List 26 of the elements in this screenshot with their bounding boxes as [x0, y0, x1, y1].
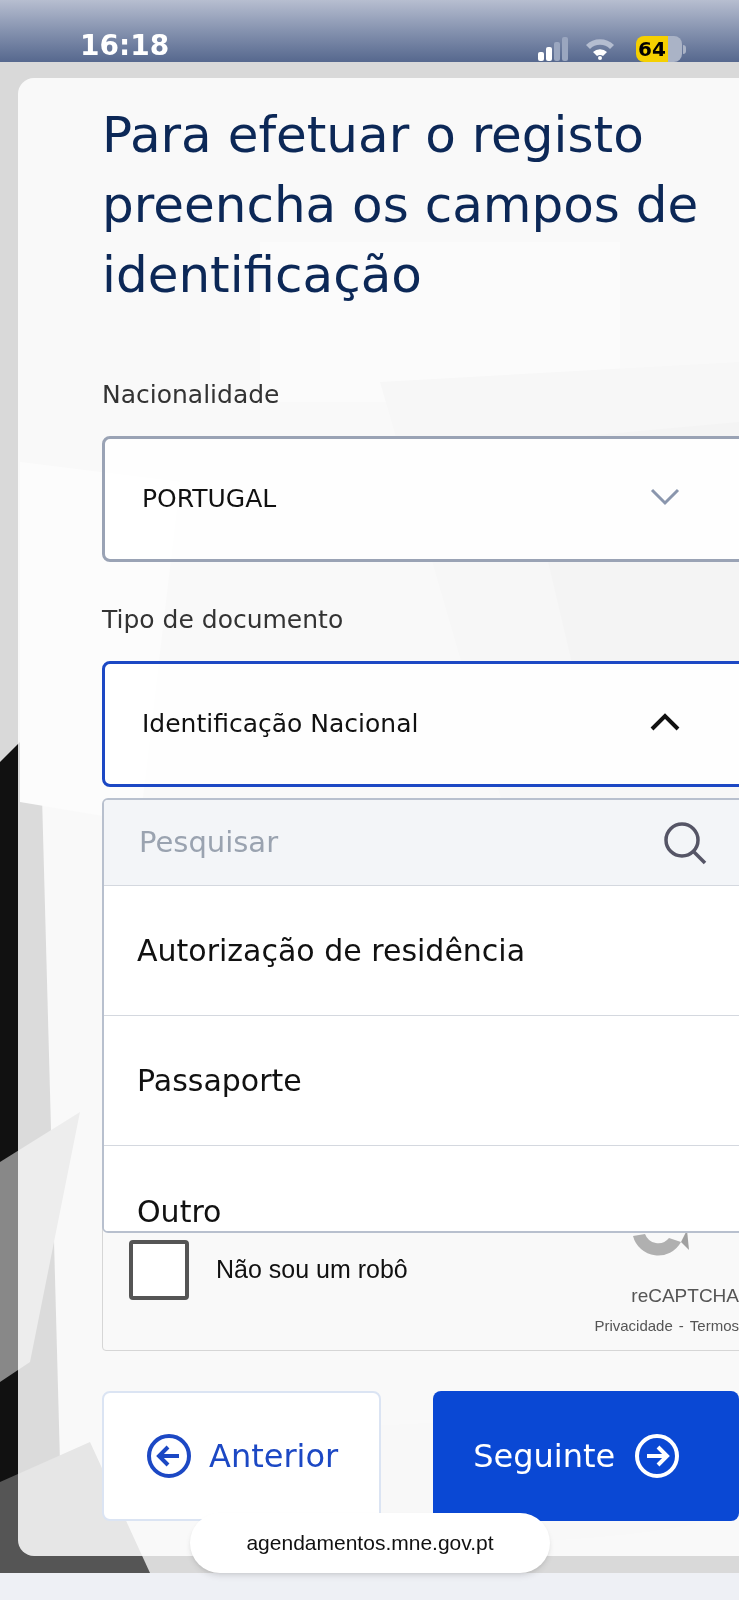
search-icon: [662, 820, 708, 866]
previous-button[interactable]: Anterior: [102, 1391, 382, 1521]
battery-level: 64: [636, 36, 668, 62]
field-label: Tipo de documento: [102, 604, 345, 636]
arrow-left-circle-icon: [145, 1432, 194, 1480]
select-field[interactable]: Identificação Nacional: [102, 661, 739, 787]
wifi-icon: [584, 36, 616, 60]
privacy-link[interactable]: Privacidade: [594, 1316, 673, 1336]
signal-icon: [538, 37, 568, 61]
next-button[interactable]: Seguinte: [433, 1391, 739, 1521]
page-heading: Para efetuar o registo preencha os campos de identificação: [102, 105, 700, 306]
select-field[interactable]: PORTUGAL: [102, 436, 739, 562]
field-label: Nacionalidade: [102, 379, 281, 411]
battery-icon: [668, 36, 686, 62]
link-separator: -: [678, 1316, 684, 1336]
search-bar[interactable]: Pesquisar: [104, 800, 739, 886]
url-bar[interactable]: agendamentos.mne.gov.pt: [190, 1513, 550, 1573]
recaptcha-brand: reCAPTCHA: [631, 1284, 739, 1308]
arrow-right-circle-icon: [633, 1432, 682, 1480]
captcha-checkbox[interactable]: [129, 1240, 189, 1300]
clock-time: 16:18: [80, 30, 170, 62]
chevron-up-icon: [649, 712, 681, 732]
search-field[interactable]: Pesquisar: [139, 820, 619, 865]
terms-link[interactable]: Termos: [689, 1316, 739, 1336]
chevron-down-icon: [649, 487, 681, 507]
captcha-label: Não sou um robô: [216, 1254, 408, 1285]
